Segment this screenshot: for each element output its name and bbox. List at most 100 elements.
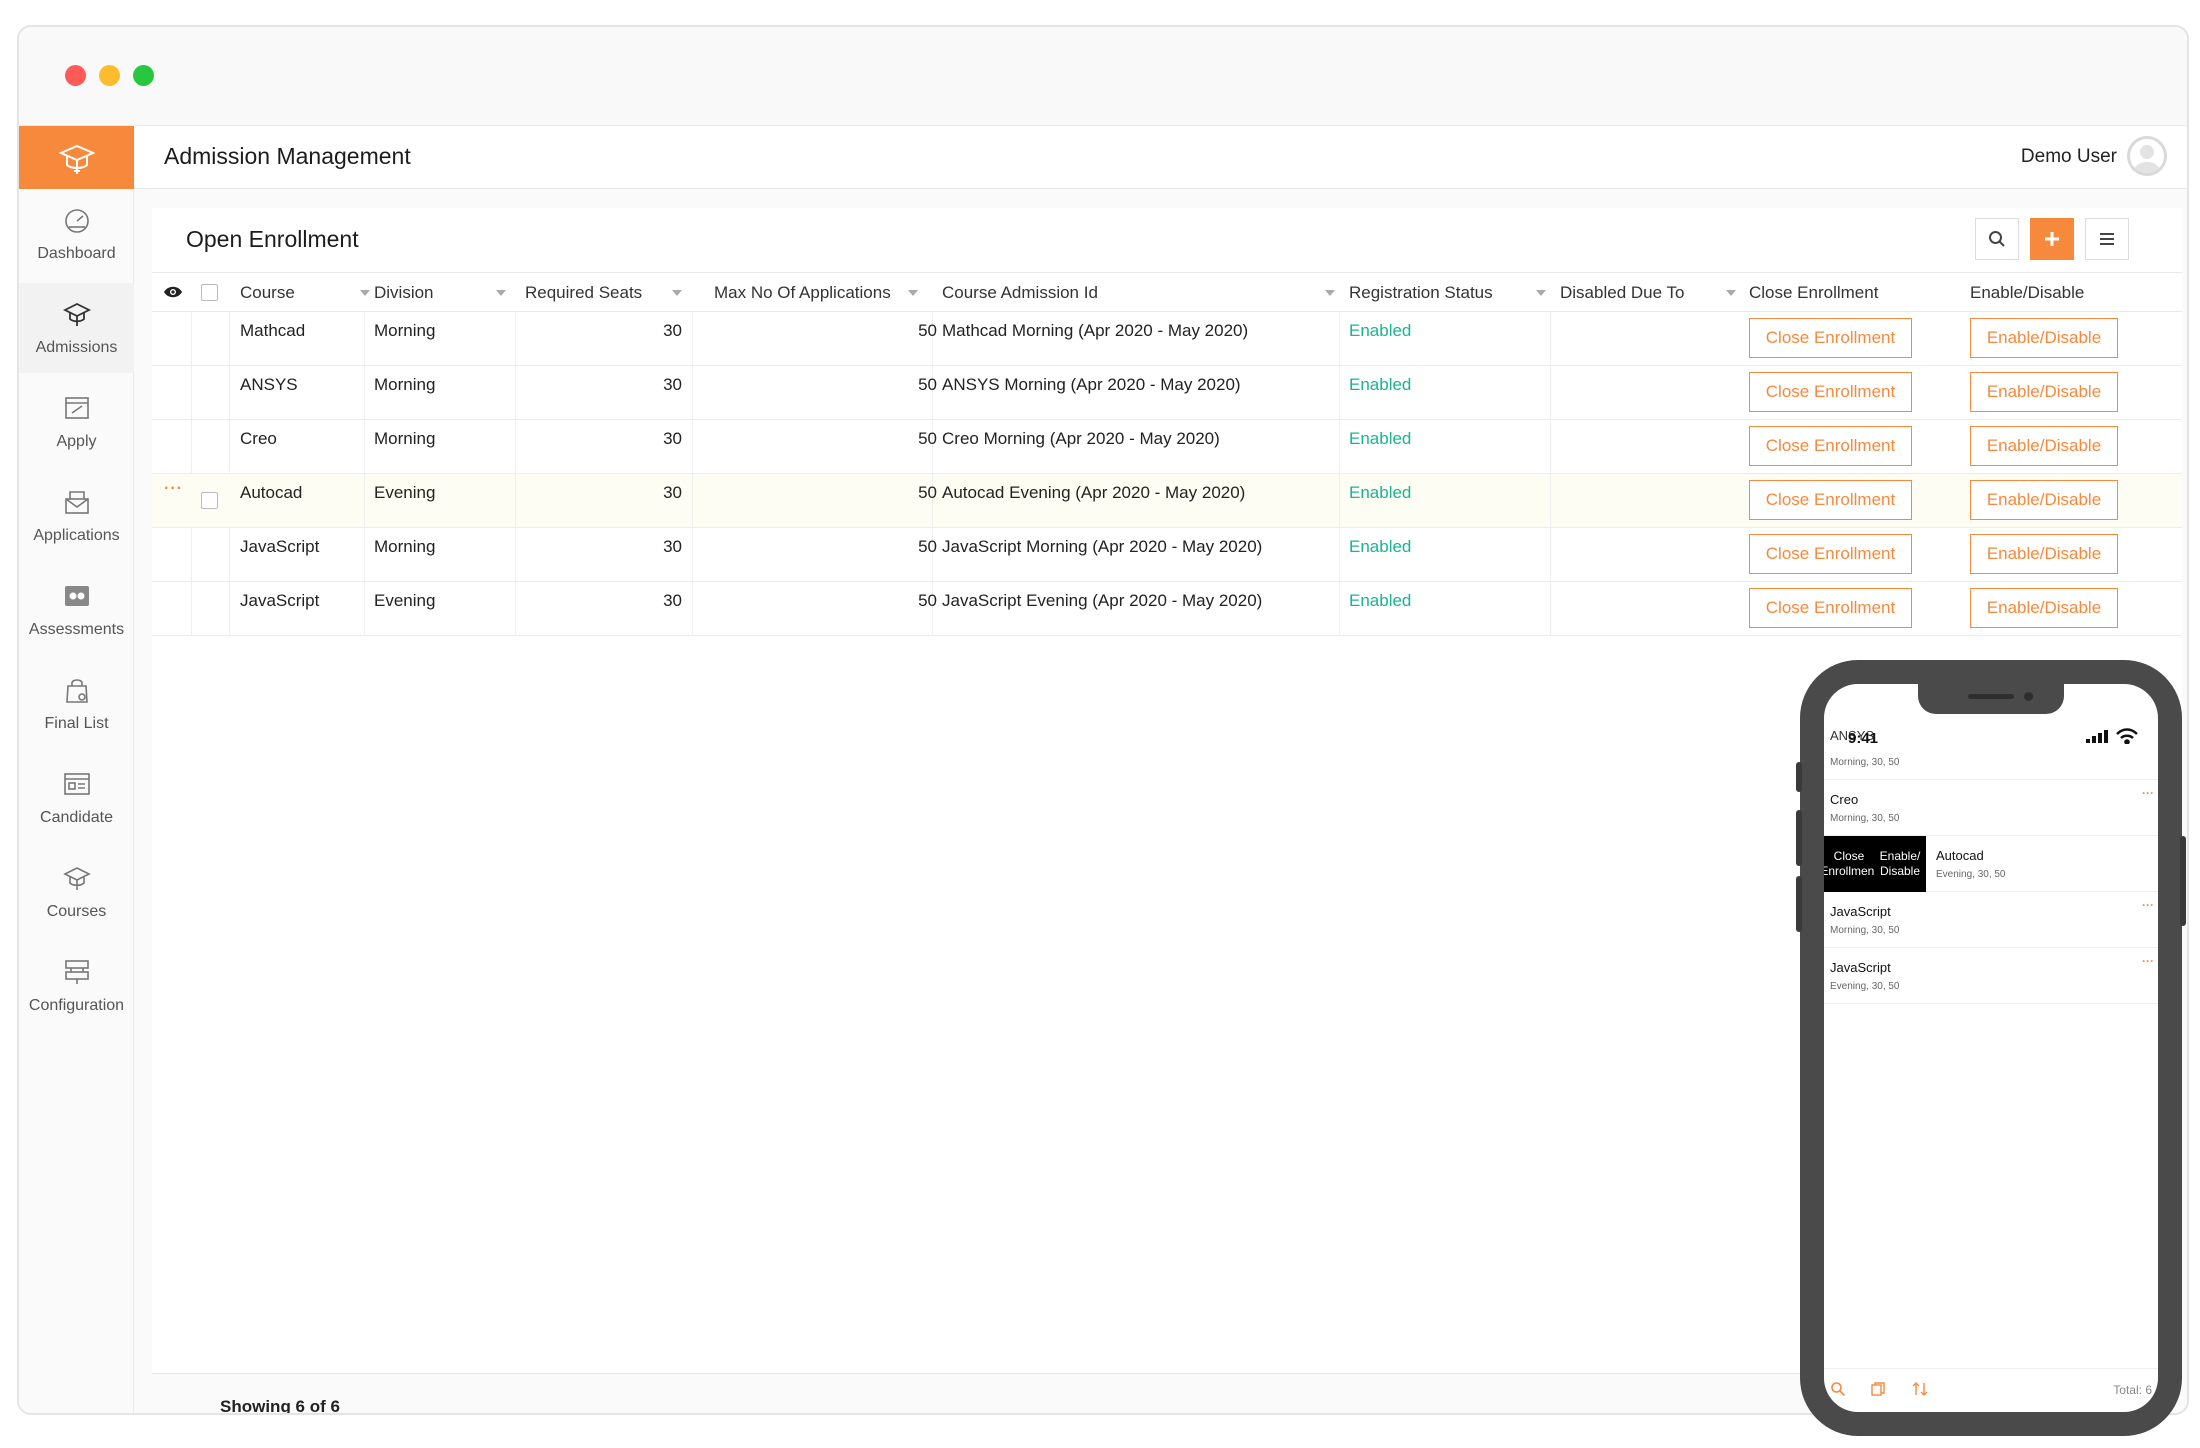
speedometer-icon	[64, 209, 89, 233]
sort-caret-icon[interactable]	[360, 290, 370, 296]
column-header-required-seats[interactable]: Required Seats	[525, 283, 642, 303]
search-icon	[1989, 231, 2005, 247]
table-row[interactable]: ··· Autocad Evening 30 50 Autocad Evenin…	[152, 474, 2182, 528]
maximize-window-dot[interactable]	[133, 65, 154, 86]
sort-caret-icon[interactable]	[672, 290, 682, 296]
sort-icon[interactable]	[1912, 1381, 1928, 1397]
phone-list-item[interactable]: JavaScript Evening, 30, 50 ···	[1824, 948, 2158, 1004]
enable-disable-button[interactable]: Enable/Disable	[1970, 534, 2118, 574]
close-enrollment-button[interactable]: Close Enrollment	[1749, 480, 1912, 520]
sort-caret-icon[interactable]	[1325, 290, 1335, 296]
cell-required-seats: 30	[663, 321, 682, 340]
column-divider	[1550, 420, 1551, 474]
app-title: Admission Management	[164, 143, 411, 169]
sidebar-item-dashboard[interactable]: Dashboard	[19, 189, 134, 279]
sidebar-item-configuration[interactable]: Configuration	[19, 941, 134, 1031]
enable-disable-button[interactable]: Enable/Disable	[1970, 426, 2118, 466]
add-button[interactable]	[2030, 218, 2074, 260]
table-row[interactable]: JavaScript Evening 30 50 JavaScript Even…	[152, 582, 2182, 636]
minimize-window-dot[interactable]	[99, 65, 120, 86]
column-divider	[229, 528, 230, 582]
table-row[interactable]: ANSYS Morning 30 50 ANSYS Morning (Apr 2…	[152, 366, 2182, 420]
eye-icon[interactable]	[163, 284, 183, 300]
sidebar-item-courses[interactable]: Courses	[19, 847, 134, 937]
cell-admission-id: JavaScript Morning (Apr 2020 - May 2020)	[942, 537, 1263, 556]
close-window-dot[interactable]	[65, 65, 86, 86]
column-divider	[692, 366, 693, 420]
camera-icon	[2024, 692, 2033, 701]
search-icon[interactable]	[1830, 1381, 1846, 1397]
sort-caret-icon[interactable]	[1726, 290, 1736, 296]
sidebar-item-applications[interactable]: Applications	[19, 471, 134, 561]
search-button[interactable]	[1975, 218, 2019, 260]
more-icon[interactable]: ···	[2142, 898, 2154, 912]
phone-side-button	[1796, 762, 1802, 792]
sidebar-item-candidate[interactable]: Candidate	[19, 753, 134, 843]
select-all-checkbox[interactable]	[201, 284, 218, 301]
enable-disable-button[interactable]: Enable/Disable	[1970, 588, 2118, 628]
cell-max-applications: 50	[918, 321, 937, 340]
column-divider	[364, 420, 365, 474]
phone-list-item[interactable]: Close Enrollment Enable/ Disable Autocad…	[1824, 836, 2158, 892]
cell-required-seats: 30	[663, 429, 682, 448]
column-divider	[1339, 474, 1340, 528]
column-header-admission-id[interactable]: Course Admission Id	[942, 283, 1098, 303]
cell-division: Evening	[374, 483, 436, 502]
phone-close-enrollment-action[interactable]: Close Enrollment	[1824, 836, 1878, 892]
column-divider	[692, 420, 693, 474]
column-header-registration-status[interactable]: Registration Status	[1349, 283, 1493, 303]
status-badge: Enabled	[1349, 537, 1412, 556]
cell-max-applications: 50	[918, 375, 937, 394]
sidebar-item-admissions[interactable]: Admissions	[19, 283, 134, 373]
close-enrollment-button[interactable]: Close Enrollment	[1749, 588, 1912, 628]
phone-side-button	[2180, 836, 2186, 926]
column-header-disabled-due-to[interactable]: Disabled Due To	[1560, 283, 1684, 303]
close-enrollment-button[interactable]: Close Enrollment	[1749, 534, 1912, 574]
user-avatar-icon	[2134, 145, 2160, 173]
table-row[interactable]: Creo Morning 30 50 Creo Morning (Apr 202…	[152, 420, 2182, 474]
sidebar-item-assessments[interactable]: Assessments	[19, 565, 134, 655]
logo[interactable]	[19, 126, 134, 190]
column-divider	[191, 312, 192, 366]
sidebar-item-label: Configuration	[28, 997, 125, 1014]
table-row[interactable]: JavaScript Morning 30 50 JavaScript Morn…	[152, 528, 2182, 582]
phone-list-item-name: JavaScript	[1830, 960, 1891, 975]
sort-caret-icon[interactable]	[908, 290, 918, 296]
sort-caret-icon[interactable]	[496, 290, 506, 296]
phone-list-item[interactable]: Morning, 30, 50	[1824, 724, 2158, 780]
table-row[interactable]: Mathcad Morning 30 50 Mathcad Morning (A…	[152, 312, 2182, 366]
more-icon[interactable]: ···	[2142, 954, 2154, 968]
row-checkbox[interactable]	[201, 492, 218, 509]
cell-division: Morning	[374, 375, 436, 394]
row-actions-icon[interactable]: ···	[164, 480, 183, 498]
close-enrollment-button[interactable]: Close Enrollment	[1749, 426, 1912, 466]
user-name[interactable]: Demo User	[2021, 146, 2117, 168]
close-enrollment-button[interactable]: Close Enrollment	[1749, 318, 1912, 358]
cell-admission-id: Creo Morning (Apr 2020 - May 2020)	[942, 429, 1220, 448]
more-icon[interactable]: ···	[2142, 786, 2154, 800]
column-header-course[interactable]: Course	[240, 283, 295, 303]
column-divider	[1550, 312, 1551, 366]
column-divider	[229, 312, 230, 366]
phone-list-item[interactable]: JavaScript Morning, 30, 50 ···	[1824, 892, 2158, 948]
phone-list-item-sub: Morning, 30, 50	[1830, 757, 1900, 768]
avatar[interactable]	[2127, 136, 2167, 176]
column-divider	[1339, 582, 1340, 636]
enable-disable-button[interactable]: Enable/Disable	[1970, 480, 2118, 520]
sidebar-item-final-list[interactable]: Final List	[19, 659, 134, 749]
cell-course: JavaScript	[240, 537, 320, 556]
sort-caret-icon[interactable]	[1536, 290, 1546, 296]
close-enrollment-button[interactable]: Close Enrollment	[1749, 372, 1912, 412]
enable-disable-button[interactable]: Enable/Disable	[1970, 318, 2118, 358]
phone-list-item[interactable]: Creo Morning, 30, 50 ···	[1824, 780, 2158, 836]
enable-disable-button[interactable]: Enable/Disable	[1970, 372, 2118, 412]
column-divider	[692, 528, 693, 582]
menu-button[interactable]	[2085, 218, 2129, 260]
phone-enable-disable-action[interactable]: Enable/ Disable	[1874, 836, 1926, 892]
column-header-division[interactable]: Division	[374, 283, 434, 303]
column-header-max-applications[interactable]: Max No Of Applications	[714, 283, 891, 303]
status-badge: Enabled	[1349, 375, 1412, 394]
copy-icon[interactable]	[1870, 1381, 1886, 1397]
sidebar-item-apply[interactable]: Apply	[19, 377, 134, 467]
pagination-summary: Showing 6 of 6	[220, 1397, 340, 1415]
